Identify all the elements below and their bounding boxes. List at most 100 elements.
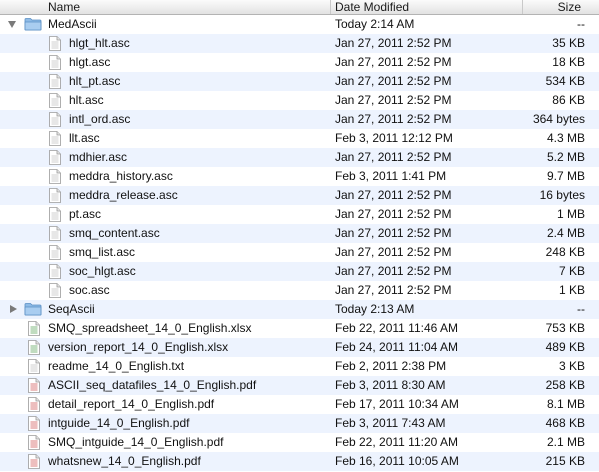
file-row[interactable]: SMQ_intguide_14_0_English.pdf Feb 22, 201… (0, 433, 599, 452)
item-size: 18 KB (552, 55, 585, 69)
item-name: whatsnew_14_0_English.pdf (48, 454, 201, 468)
pdf-document-icon (28, 378, 40, 393)
item-name: mdhier.asc (69, 150, 128, 164)
document-icon (49, 226, 61, 241)
item-date-modified: Jan 27, 2011 2:52 PM (335, 283, 452, 297)
item-name: MedAscii (48, 17, 97, 31)
column-header-size[interactable]: Size (523, 0, 599, 14)
item-name: soc_hlgt.asc (69, 264, 136, 278)
item-name: smq_content.asc (69, 226, 160, 240)
item-size: 86 KB (552, 93, 585, 107)
document-icon (49, 264, 61, 279)
item-date-modified: Today 2:14 AM (335, 17, 415, 31)
file-row[interactable]: llt.asc Feb 3, 2011 12:12 PM 4.3 MB (0, 129, 599, 148)
pdf-document-icon (28, 416, 40, 431)
item-date-modified: Feb 16, 2011 10:05 AM (335, 454, 459, 468)
item-size: 753 KB (545, 321, 585, 335)
item-date-modified: Jan 27, 2011 2:52 PM (335, 207, 452, 221)
document-icon (49, 283, 61, 298)
file-row[interactable]: hlgt_hlt.asc Jan 27, 2011 2:52 PM 35 KB (0, 34, 599, 53)
item-size: 534 KB (545, 74, 585, 88)
item-size: 9.7 MB (546, 169, 585, 183)
item-name: detail_report_14_0_English.pdf (48, 397, 215, 411)
item-size: 7 KB (558, 264, 585, 278)
file-row[interactable]: soc.asc Jan 27, 2011 2:52 PM 1 KB (0, 281, 599, 300)
item-size: 4.3 MB (546, 131, 585, 145)
document-icon (49, 55, 61, 70)
spreadsheet-icon (28, 340, 40, 355)
file-row[interactable]: pt.asc Jan 27, 2011 2:52 PM 1 MB (0, 205, 599, 224)
item-date-modified: Jan 27, 2011 2:52 PM (335, 188, 452, 202)
column-header-name[interactable]: Name (0, 0, 331, 14)
item-size: 2.1 MB (546, 435, 585, 449)
item-name: SMQ_spreadsheet_14_0_English.xlsx (48, 321, 252, 335)
document-icon (49, 169, 61, 184)
file-row[interactable]: readme_14_0_English.txt Feb 2, 2011 2:38 … (0, 357, 599, 376)
item-size: 5.2 MB (546, 150, 585, 164)
pdf-document-icon (28, 435, 40, 450)
item-name: intl_ord.asc (69, 112, 131, 126)
file-row[interactable]: hlgt.asc Jan 27, 2011 2:52 PM 18 KB (0, 53, 599, 72)
item-name: smq_list.asc (69, 245, 136, 259)
document-icon (49, 74, 61, 89)
column-header-date-modified[interactable]: Date Modified (331, 0, 523, 14)
item-name: SMQ_intguide_14_0_English.pdf (48, 435, 224, 449)
item-size: 258 KB (545, 378, 585, 392)
item-date-modified: Jan 27, 2011 2:52 PM (335, 264, 452, 278)
file-row[interactable]: intguide_14_0_English.pdf Feb 3, 2011 7:4… (0, 414, 599, 433)
item-name: llt.asc (69, 131, 100, 145)
file-row[interactable]: meddra_history.asc Feb 3, 2011 1:41 PM 9.7… (0, 167, 599, 186)
file-row[interactable]: intl_ord.asc Jan 27, 2011 2:52 PM 364 byte… (0, 110, 599, 129)
item-size: 8.1 MB (546, 397, 585, 411)
item-name: hlgt_hlt.asc (69, 36, 130, 50)
file-row[interactable]: hlt_pt.asc Jan 27, 2011 2:52 PM 534 KB (0, 72, 599, 91)
document-icon (49, 188, 61, 203)
item-date-modified: Jan 27, 2011 2:52 PM (335, 245, 452, 259)
item-date-modified: Feb 17, 2011 10:34 AM (335, 397, 459, 411)
file-row[interactable]: SMQ_spreadsheet_14_0_English.xlsx Feb 22,… (0, 319, 599, 338)
item-date-modified: Feb 3, 2011 8:30 AM (335, 378, 446, 392)
pdf-document-icon (28, 454, 40, 469)
document-icon (49, 112, 61, 127)
file-row[interactable]: smq_content.asc Jan 27, 2011 2:52 PM 2.4 M… (0, 224, 599, 243)
finder-list-view: Name Date Modified Size MedAscii Today 2:… (0, 0, 599, 472)
document-icon (49, 36, 61, 51)
item-name: SeqAscii (48, 302, 95, 316)
file-row[interactable]: soc_hlgt.asc Jan 27, 2011 2:52 PM 7 KB (0, 262, 599, 281)
item-name: version_report_14_0_English.xlsx (48, 340, 229, 354)
item-name: pt.asc (69, 207, 102, 221)
item-size: 35 KB (552, 36, 585, 50)
pdf-document-icon (28, 397, 40, 412)
file-row[interactable]: mdhier.asc Jan 27, 2011 2:52 PM 5.2 MB (0, 148, 599, 167)
item-date-modified: Jan 27, 2011 2:52 PM (335, 93, 452, 107)
item-date-modified: Feb 2, 2011 2:38 PM (335, 359, 447, 373)
folder-row[interactable]: MedAscii Today 2:14 AM -- (0, 15, 599, 34)
item-date-modified: Today 2:13 AM (335, 302, 415, 316)
disclosure-triangle-open-icon[interactable] (8, 21, 16, 28)
item-date-modified: Feb 22, 2011 11:46 AM (335, 321, 458, 335)
file-row[interactable]: hlt.asc Jan 27, 2011 2:52 PM 86 KB (0, 91, 599, 110)
column-header-bar: Name Date Modified Size (0, 0, 599, 15)
folder-row[interactable]: SeqAscii Today 2:13 AM -- (0, 300, 599, 319)
item-name: meddra_release.asc (69, 188, 178, 202)
document-icon (49, 150, 61, 165)
item-date-modified: Feb 22, 2011 11:20 AM (335, 435, 458, 449)
item-name: intguide_14_0_English.pdf (48, 416, 190, 430)
item-name: readme_14_0_English.txt (48, 359, 185, 373)
file-row[interactable]: detail_report_14_0_English.pdf Feb 17, 20… (0, 395, 599, 414)
item-size: 248 KB (545, 245, 585, 259)
file-row[interactable]: ASCII_seq_datafiles_14_0_English.pdf Feb … (0, 376, 599, 395)
file-row[interactable]: smq_list.asc Jan 27, 2011 2:52 PM 248 KB (0, 243, 599, 262)
file-row[interactable]: meddra_release.asc Jan 27, 2011 2:52 PM 16… (0, 186, 599, 205)
file-list: MedAscii Today 2:14 AM -- hlgt_hlt.asc Jan 2… (0, 15, 599, 471)
file-row[interactable]: whatsnew_14_0_English.pdf Feb 16, 2011 10… (0, 452, 599, 471)
document-icon (49, 207, 61, 222)
file-row[interactable]: version_report_14_0_English.xlsx Feb 24, … (0, 338, 599, 357)
disclosure-triangle-closed-icon[interactable] (10, 305, 17, 313)
item-name: hlt.asc (69, 93, 104, 107)
item-size: -- (577, 17, 585, 31)
item-size: 364 bytes (532, 112, 585, 126)
item-name: ASCII_seq_datafiles_14_0_English.pdf (48, 378, 257, 392)
text-document-icon (28, 359, 40, 374)
item-date-modified: Jan 27, 2011 2:52 PM (335, 55, 452, 69)
